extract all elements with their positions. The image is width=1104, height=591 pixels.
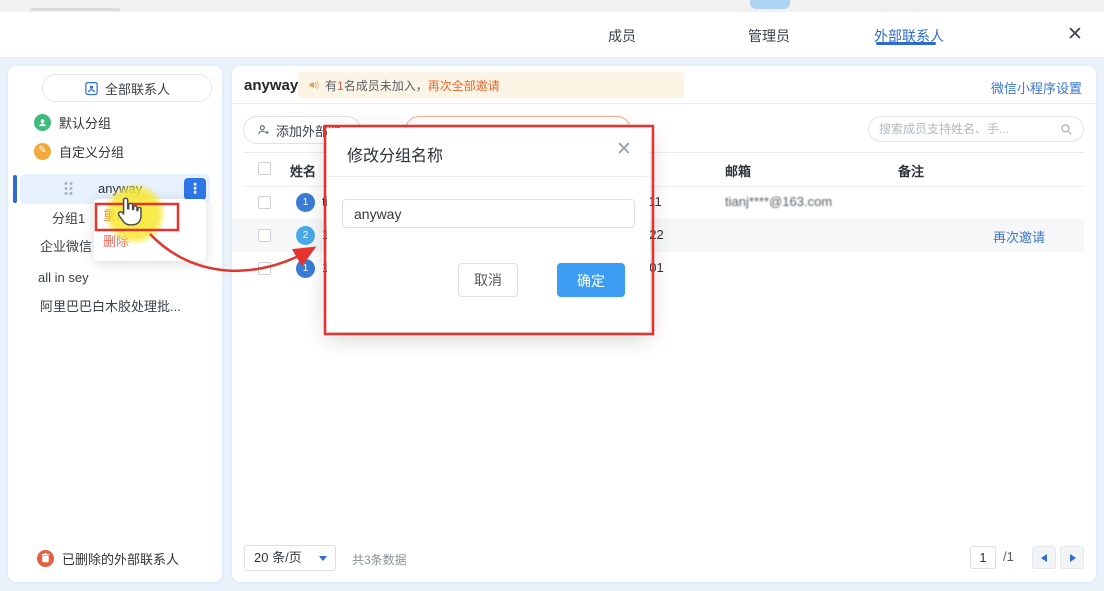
- sidebar-item-custom-group[interactable]: ✎ 自定义分组 +: [8, 138, 222, 164]
- page-size-value: 20 条/页: [254, 550, 302, 565]
- page-size-select[interactable]: 20 条/页: [244, 545, 336, 571]
- tab-members[interactable]: 成员: [608, 26, 636, 46]
- app-window: 成员 管理员 外部联系人 ✕ 全部联系人 默认分组 ✎ 自定义分组 + anyw…: [0, 0, 1104, 591]
- row-checkbox[interactable]: [258, 229, 271, 242]
- custom-group-label: 自定义分组: [59, 142, 124, 161]
- group-name-input[interactable]: [342, 199, 635, 228]
- row-checkbox[interactable]: [258, 262, 271, 275]
- person-add-icon: [256, 123, 271, 137]
- confirm-button[interactable]: 确定: [557, 263, 625, 297]
- contact-book-icon: [84, 81, 99, 96]
- sidebar-group-item-4[interactable]: 阿里巴巴白木胶处理批...: [8, 293, 222, 321]
- megaphone-icon: [308, 79, 320, 91]
- prev-page-button[interactable]: [1032, 546, 1056, 569]
- banner-count: 1: [337, 79, 344, 93]
- close-icon[interactable]: ✕: [1062, 22, 1088, 48]
- trash-icon: [37, 550, 54, 567]
- banner-text-prefix: 有: [325, 79, 337, 93]
- invite-warning-banner: 有1名成员未加入，再次全部邀请: [298, 72, 684, 98]
- tab-admins[interactable]: 管理员: [748, 26, 790, 46]
- col-header-remark: 备注: [898, 161, 924, 180]
- all-contacts-button[interactable]: 全部联系人: [42, 74, 212, 102]
- contacts-sidebar: 全部联系人 默认分组 ✎ 自定义分组 + anyway ⋮ 分组1 企业微信 a…: [8, 66, 222, 582]
- pencil-icon: ✎: [34, 143, 51, 160]
- member-search-box[interactable]: [868, 116, 1084, 142]
- avatar: 1: [296, 193, 315, 212]
- avatar: 1: [296, 259, 315, 278]
- avatar: 2: [296, 226, 315, 245]
- rename-group-modal: 修改分组名称 ✕ 取消 确定: [327, 128, 650, 332]
- modal-divider: [327, 176, 650, 177]
- next-page-button[interactable]: [1060, 546, 1084, 569]
- more-vertical-icon[interactable]: ⋮: [184, 178, 206, 200]
- banner-text-mid: 名成员未加入，: [344, 79, 428, 93]
- modal-close-icon[interactable]: ✕: [612, 138, 636, 162]
- cell-email: tianj****@163.com: [725, 194, 832, 209]
- current-page-input[interactable]: 1: [970, 546, 996, 569]
- drag-handle-icon[interactable]: [64, 181, 73, 196]
- page-title: anyway: [244, 77, 298, 94]
- all-contacts-label: 全部联系人: [105, 79, 170, 98]
- header-divider: [232, 103, 1096, 104]
- select-all-checkbox[interactable]: [258, 162, 271, 175]
- deleted-contacts-label: 已删除的外部联系人: [62, 549, 179, 568]
- chevron-down-icon: [319, 556, 327, 561]
- invite-again-link[interactable]: 再次邀请: [993, 227, 1045, 246]
- row-checkbox[interactable]: [258, 196, 271, 209]
- search-icon: [1060, 123, 1073, 136]
- col-header-email: 邮箱: [725, 161, 751, 180]
- invite-all-again-link[interactable]: 再次全部邀请: [428, 79, 500, 93]
- top-tab-bar: 成员 管理员 外部联系人 ✕: [0, 12, 1104, 58]
- sidebar-group-item-3[interactable]: all in sey: [8, 264, 222, 292]
- background-window-strip: [0, 0, 1104, 12]
- mini-program-settings-link[interactable]: 微信小程序设置: [991, 78, 1082, 97]
- sidebar-item-deleted-contacts[interactable]: 已删除的外部联系人: [8, 544, 222, 572]
- cancel-button[interactable]: 取消: [458, 263, 518, 297]
- total-count-label: 共3条数据: [352, 551, 407, 568]
- selected-indicator-bar: [13, 175, 17, 203]
- arrow-left-icon: [1041, 554, 1047, 562]
- background-artifact: [30, 8, 120, 11]
- col-header-name: 姓名: [290, 161, 316, 180]
- search-input[interactable]: [879, 122, 1054, 136]
- click-highlight: [105, 184, 165, 244]
- page-total-label: /1: [1003, 549, 1014, 564]
- modal-title: 修改分组名称: [347, 142, 443, 166]
- arrow-right-icon: [1070, 554, 1076, 562]
- background-blob: [750, 0, 790, 9]
- default-group-label: 默认分组: [59, 113, 111, 132]
- sidebar-item-default-group[interactable]: 默认分组: [8, 109, 222, 135]
- active-tab-underline: [876, 42, 936, 45]
- person-icon: [34, 114, 51, 131]
